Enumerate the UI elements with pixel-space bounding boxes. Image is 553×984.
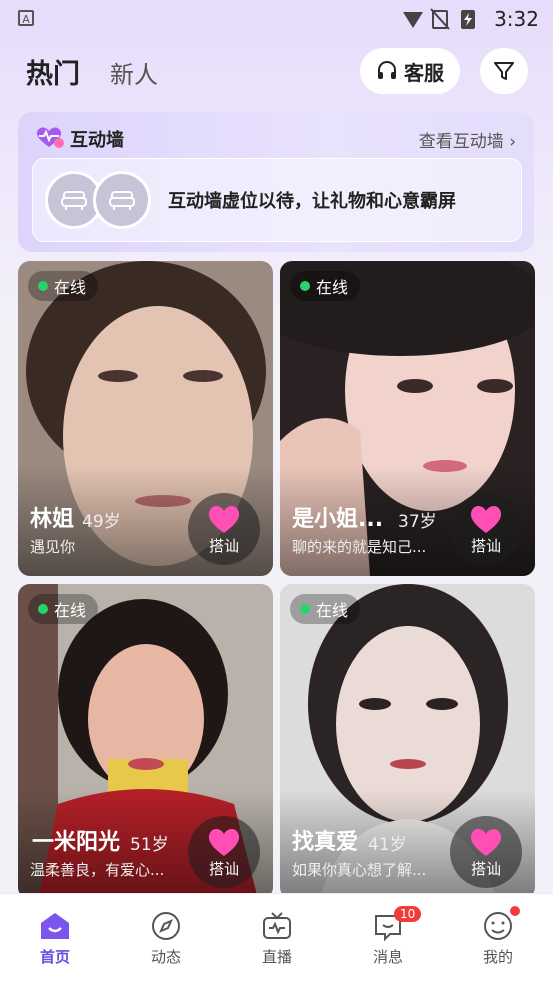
online-label: 在线 [54, 278, 87, 297]
headset-icon [378, 61, 396, 79]
view-interaction-wall-link[interactable]: 查看互动墙 › [419, 127, 516, 152]
user-card[interactable]: 在线 是小姐... 37岁 聊的来的就是知己... 搭讪 [280, 261, 535, 576]
online-badge: 在线 [28, 271, 99, 301]
user-age: 41岁 [368, 835, 407, 855]
tv-icon [263, 912, 291, 939]
user-intro: 聊的来的就是知己... [292, 538, 427, 556]
heart-icon [470, 828, 502, 856]
customer-service-button[interactable]: 客服 [360, 48, 460, 94]
online-dot-icon [38, 281, 48, 291]
user-age: 49岁 [82, 512, 121, 532]
heart-wave-icon [36, 127, 64, 148]
user-intro: 如果你真心想了解... [292, 861, 427, 879]
user-intro: 遇见你 [30, 538, 76, 556]
greet-button[interactable]: 搭讪 [450, 816, 522, 888]
online-dot-icon [38, 604, 48, 614]
sofa-icon [109, 191, 135, 210]
user-age: 37岁 [398, 512, 437, 532]
online-dot-icon [300, 604, 310, 614]
nav-home[interactable]: 首页 [15, 910, 95, 967]
online-dot-icon [300, 281, 310, 291]
online-label: 在线 [54, 601, 87, 620]
online-badge: 在线 [290, 594, 361, 624]
online-badge: 在线 [28, 594, 99, 624]
bottom-nav: 首页 动态 直播 10 消息 我的 [0, 893, 553, 984]
unread-badge: 10 [394, 906, 422, 922]
notification-dot [510, 906, 520, 916]
greet-label: 搭讪 [470, 536, 501, 555]
nav-messages-label: 消息 [372, 948, 403, 966]
app-notification-icon: A [18, 10, 34, 26]
interaction-wall-message: 互动墙虚位以待，让礼物和心意霸屏 [168, 191, 456, 212]
user-card[interactable]: 在线 林姐 49岁 遇见你 搭讪 [18, 261, 273, 576]
heart-icon [208, 505, 240, 533]
nav-home-label: 首页 [39, 948, 70, 966]
nav-moments-label: 动态 [150, 948, 181, 966]
status-time: 3:32 [494, 7, 539, 31]
online-label: 在线 [316, 278, 349, 297]
profile-icon [484, 912, 512, 940]
user-name: 一米阳光 [32, 830, 121, 855]
top-header: 热门 新人 客服 [0, 40, 553, 100]
greet-button[interactable]: 搭讪 [450, 493, 522, 565]
empty-seat-avatar [93, 171, 151, 229]
nav-live-label: 直播 [261, 948, 292, 966]
online-label: 在线 [316, 601, 349, 620]
tab-hot[interactable]: 热门 [26, 52, 80, 91]
interaction-wall[interactable]: 互动墙 查看互动墙 › 互动墙虚位以待，让礼物和心意霸屏 [18, 112, 534, 252]
greet-label: 搭讪 [470, 859, 501, 878]
status-bar: A 3:32 [0, 0, 553, 38]
user-name: 是小姐... [292, 507, 384, 532]
chevron-right-icon: › [509, 132, 516, 152]
user-card[interactable]: 在线 一米阳光 51岁 温柔善良，有爱心... 搭讪 [18, 584, 273, 899]
compass-icon [152, 912, 180, 940]
nav-moments[interactable]: 动态 [126, 910, 206, 967]
sofa-icon [61, 191, 87, 210]
heart-icon [208, 828, 240, 856]
tab-new[interactable]: 新人 [110, 55, 158, 90]
filter-button[interactable] [480, 48, 528, 94]
user-name: 林姐 [30, 507, 75, 532]
greet-button[interactable]: 搭讪 [188, 493, 260, 565]
online-badge: 在线 [290, 271, 361, 301]
nav-live[interactable]: 直播 [237, 910, 317, 967]
filter-icon [494, 62, 514, 80]
interaction-wall-title: 互动墙 [70, 130, 124, 151]
user-card[interactable]: 在线 找真爱 41岁 如果你真心想了解... 搭讪 [280, 584, 535, 899]
nav-profile[interactable]: 我的 [458, 906, 538, 967]
interaction-wall-panel: 互动墙虚位以待，让礼物和心意霸屏 [32, 158, 522, 242]
greet-label: 搭讪 [208, 859, 239, 878]
home-icon [41, 913, 69, 939]
customer-service-label: 客服 [404, 60, 444, 85]
system-status-icons [403, 8, 475, 30]
user-intro: 温柔善良，有爱心... [30, 861, 165, 879]
user-age: 51岁 [130, 835, 169, 855]
view-wall-label: 查看互动墙 [418, 132, 504, 152]
heart-icon [470, 505, 502, 533]
greet-button[interactable]: 搭讪 [188, 816, 260, 888]
greet-label: 搭讪 [208, 536, 239, 555]
user-name: 找真爱 [292, 830, 359, 855]
nav-profile-label: 我的 [482, 948, 513, 966]
nav-messages[interactable]: 10 消息 [348, 906, 428, 967]
